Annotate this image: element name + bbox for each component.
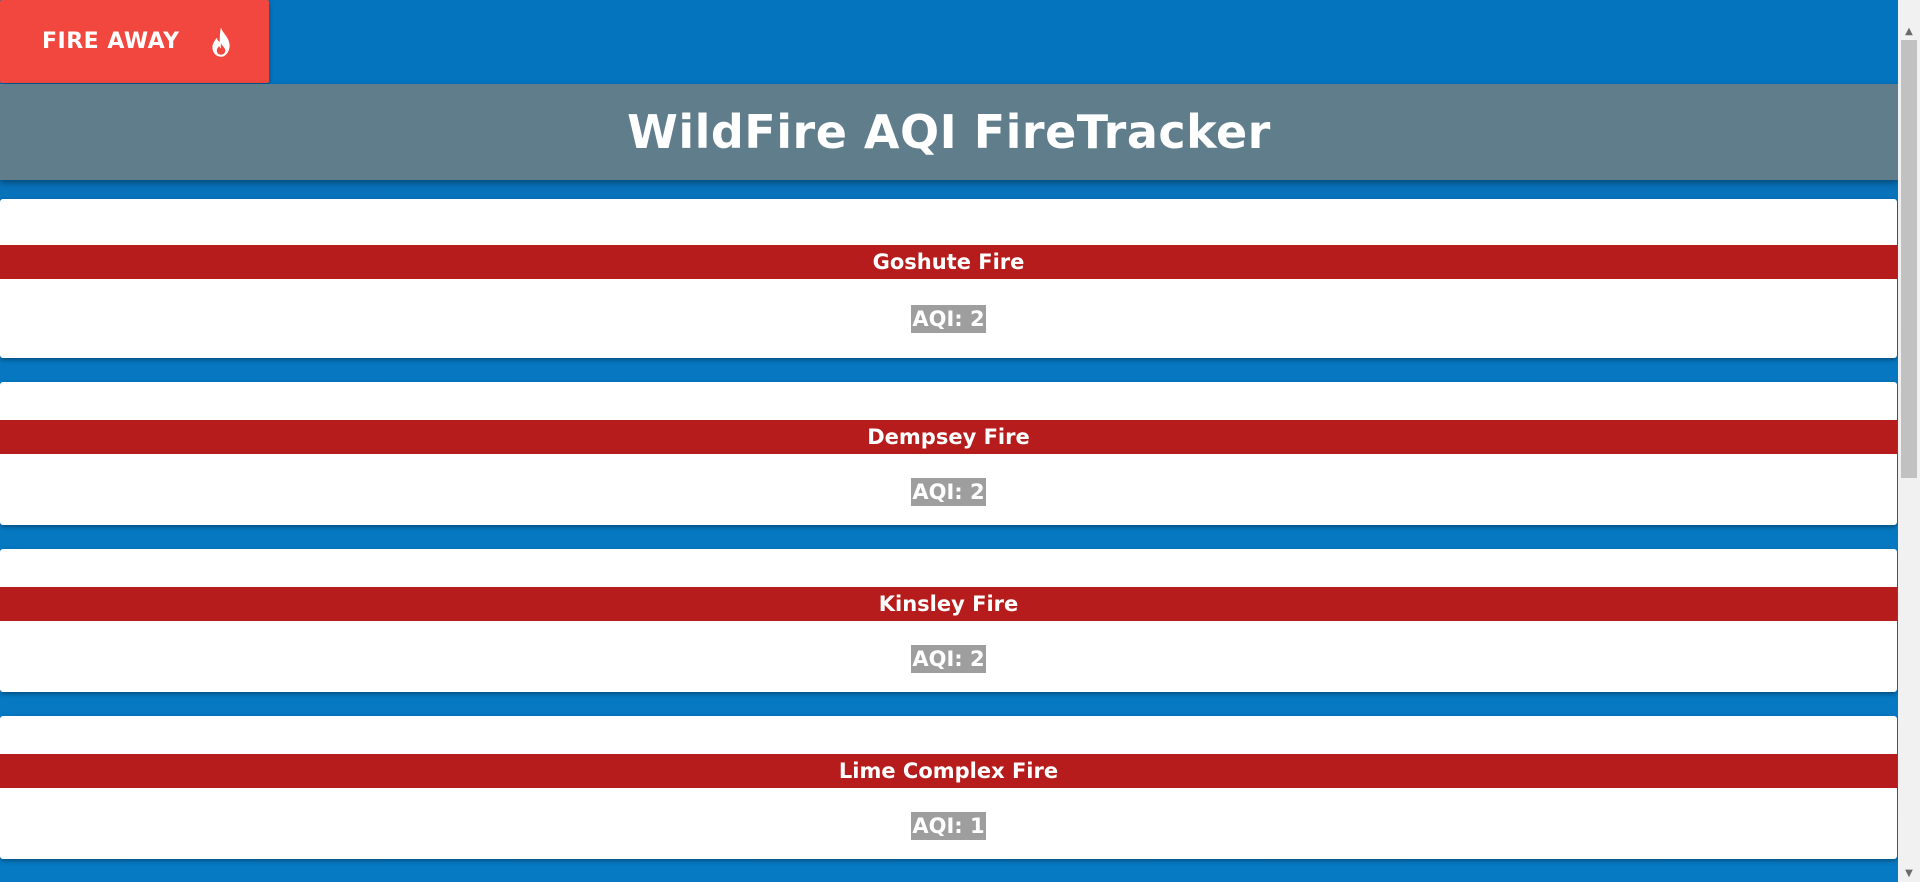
fire-card: Goshute Fire AQI: 2	[0, 199, 1897, 358]
scroll-down-arrow-icon[interactable]: ▼	[1898, 864, 1920, 882]
fire-name: Lime Complex Fire	[0, 754, 1897, 788]
title-bar: WildFire AQI FireTracker	[0, 84, 1898, 180]
flame-icon	[206, 26, 236, 58]
scroll-up-arrow-icon[interactable]: ▲	[1898, 22, 1920, 40]
fire-away-label: FIRE AWAY	[42, 29, 180, 54]
fire-name: Goshute Fire	[0, 245, 1897, 279]
fire-name: Kinsley Fire	[0, 587, 1897, 621]
aqi-row: AQI: 2	[0, 478, 1897, 506]
fire-card: Lime Complex Fire AQI: 1	[0, 716, 1897, 859]
aqi-badge: AQI: 2	[911, 305, 986, 333]
top-bar	[0, 0, 1898, 84]
fire-away-button[interactable]: FIRE AWAY	[0, 0, 269, 83]
scrollbar-thumb[interactable]	[1901, 40, 1917, 478]
aqi-badge: AQI: 2	[911, 478, 986, 506]
aqi-badge: AQI: 1	[911, 812, 986, 840]
aqi-badge: AQI: 2	[911, 645, 986, 673]
aqi-row: AQI: 2	[0, 645, 1897, 673]
page-title: WildFire AQI FireTracker	[627, 105, 1271, 159]
fire-card: Dempsey Fire AQI: 2	[0, 382, 1897, 525]
scrollbar[interactable]: ▲ ▼	[1898, 0, 1920, 882]
fire-name: Dempsey Fire	[0, 420, 1897, 454]
fire-card: Kinsley Fire AQI: 2	[0, 549, 1897, 692]
aqi-row: AQI: 1	[0, 812, 1897, 840]
aqi-row: AQI: 2	[0, 305, 1897, 333]
